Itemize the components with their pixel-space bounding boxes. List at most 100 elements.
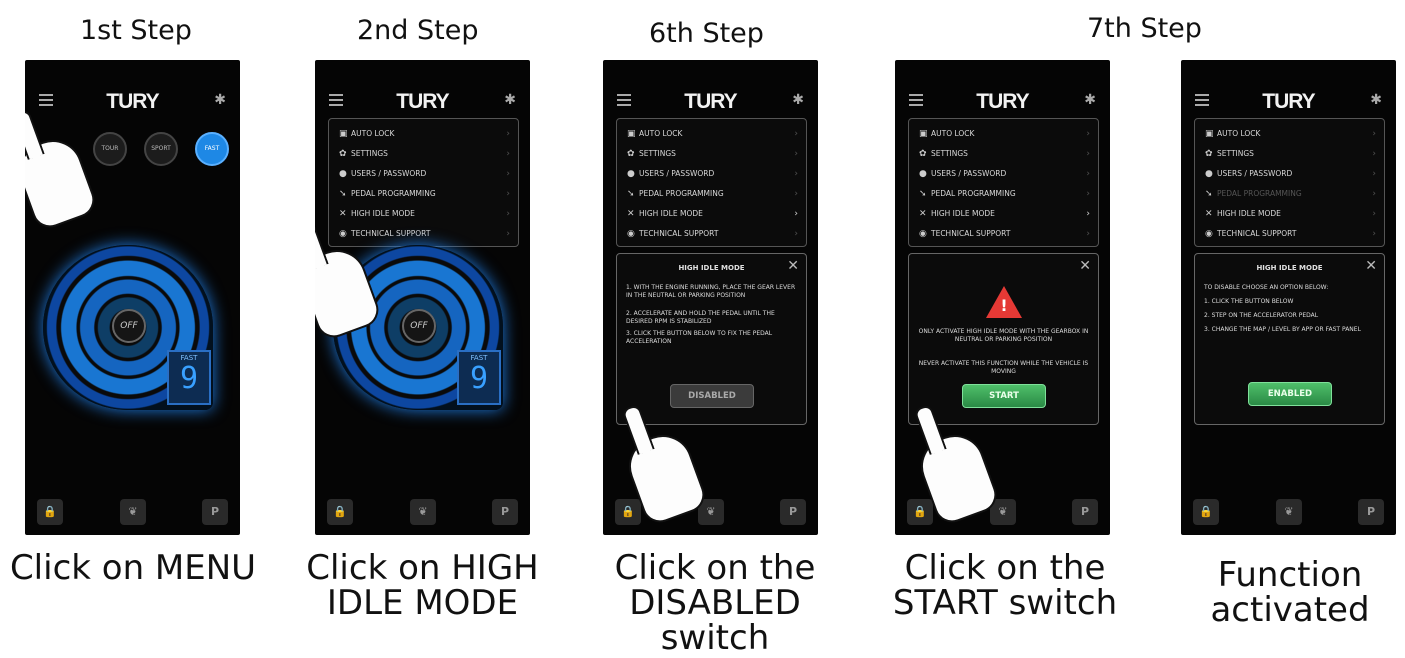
chevron-right-icon: ›	[1372, 149, 1376, 159]
menu-item-auto-lock[interactable]: ▣ AUTO LOCK ›	[627, 125, 798, 143]
enabled-switch-button[interactable]: ENABLED	[1248, 382, 1332, 406]
caption-step-2: Click on HIGH IDLE MODE	[306, 548, 539, 623]
mode-button-sport[interactable]: SPORT	[144, 132, 178, 166]
bluetooth-icon: ✱	[214, 92, 226, 108]
parking-icon[interactable]: P	[1358, 499, 1384, 525]
bluetooth-icon: ✱	[1370, 92, 1382, 108]
warning-text-1: ONLY ACTIVATE HIGH IDLE MODE WITH THE GE…	[918, 328, 1089, 343]
menu-item-label: USERS / PASSWORD	[931, 169, 1007, 178]
instruction-step-3: 3. CLICK THE BUTTON BELOW TO FIX THE PED…	[626, 330, 773, 345]
lock-icon[interactable]: 🔒	[615, 499, 641, 525]
menu-item-high-idle-mode[interactable]: ✕ HIGH IDLE MODE ›	[919, 205, 1090, 223]
menu-item-label: HIGH IDLE MODE	[639, 209, 703, 218]
dial-off-button[interactable]: OFF	[402, 309, 436, 343]
menu-item-settings[interactable]: ✿ SETTINGS ›	[919, 145, 1090, 163]
menu-item-users-password[interactable]: ● USERS / PASSWORD ›	[627, 165, 798, 183]
parking-icon[interactable]: P	[780, 499, 806, 525]
menu-item-label: SETTINGS	[1217, 149, 1254, 158]
chevron-right-icon: ›	[506, 169, 510, 179]
menu-item-technical-support[interactable]: ◉ TECHNICAL SUPPORT ›	[627, 225, 798, 243]
menu-item-technical-support[interactable]: ◉ TECHNICAL SUPPORT ›	[1205, 225, 1376, 243]
caption-step-6: Click on the DISABLED switch	[614, 548, 816, 658]
disable-option-1: 1. CLICK THE BUTTON BELOW	[1204, 298, 1294, 305]
close-icon[interactable]: ✕	[1079, 258, 1091, 274]
menu-item-auto-lock[interactable]: ▣ AUTO LOCK ›	[339, 125, 510, 143]
gear-icon: ✿	[339, 149, 347, 159]
menu-item-users-password[interactable]: ● USERS / PASSWORD ›	[1205, 165, 1376, 183]
menu-item-pedal-programming[interactable]: ➘ PEDAL PROGRAMMING ›	[1205, 185, 1376, 203]
lock-icon[interactable]: 🔒	[1193, 499, 1219, 525]
menu-item-label: PEDAL PROGRAMMING	[931, 189, 1016, 198]
level-value: 9	[179, 361, 199, 396]
parking-icon[interactable]: P	[1072, 499, 1098, 525]
chevron-right-icon: ›	[794, 129, 798, 139]
app-header: TURY ✱	[1181, 90, 1396, 114]
support-icon: ◉	[919, 229, 927, 239]
menu-item-auto-lock[interactable]: ▣ AUTO LOCK ›	[1205, 125, 1376, 143]
disabled-switch-button[interactable]: DISABLED	[670, 384, 754, 408]
lock-icon[interactable]: 🔒	[907, 499, 933, 525]
menu-item-settings[interactable]: ✿ SETTINGS ›	[339, 145, 510, 163]
menu-item-high-idle-mode[interactable]: ✕ HIGH IDLE MODE ›	[1205, 205, 1376, 223]
bottom-toolbar: 🔒 ❦ P	[25, 499, 240, 527]
eco-leaf-icon[interactable]: ❦	[1276, 499, 1302, 525]
bottom-toolbar: 🔒 ❦ P	[603, 499, 818, 527]
chevron-right-icon: ›	[1086, 209, 1090, 219]
app-header: TURY ✱	[895, 90, 1110, 114]
chevron-right-icon: ›	[1086, 229, 1090, 239]
menu-item-auto-lock[interactable]: ▣ AUTO LOCK ›	[919, 125, 1090, 143]
menu-item-label: TECHNICAL SUPPORT	[351, 229, 431, 238]
menu-item-pedal-programming[interactable]: ➘ PEDAL PROGRAMMING ›	[919, 185, 1090, 203]
dial-off-button[interactable]: OFF	[112, 309, 146, 343]
bottom-toolbar: 🔒 ❦ P	[315, 499, 530, 527]
menu-item-label: USERS / PASSWORD	[1217, 169, 1293, 178]
menu-item-settings[interactable]: ✿ SETTINGS ›	[1205, 145, 1376, 163]
step-title-6: 6th Step	[649, 18, 764, 49]
bottom-toolbar: 🔒 ❦ P	[895, 499, 1110, 527]
close-icon[interactable]: ✕	[1365, 258, 1377, 274]
chevron-right-icon: ›	[794, 169, 798, 179]
menu-item-label: AUTO LOCK	[931, 129, 975, 138]
instruction-step-1: 1. WITH THE ENGINE RUNNING, PLACE THE GE…	[626, 284, 796, 299]
menu-item-label: PEDAL PROGRAMMING	[351, 189, 436, 198]
eco-leaf-icon[interactable]: ❦	[120, 499, 146, 525]
chevron-right-icon: ›	[506, 129, 510, 139]
menu-item-users-password[interactable]: ● USERS / PASSWORD ›	[919, 165, 1090, 183]
gear-icon: ✿	[1205, 149, 1213, 159]
menu-item-settings[interactable]: ✿ SETTINGS ›	[627, 145, 798, 163]
menu-item-technical-support[interactable]: ◉ TECHNICAL SUPPORT ›	[339, 225, 510, 243]
mode-button-fast[interactable]: FAST	[195, 132, 229, 166]
bottom-toolbar: 🔒 ❦ P	[1181, 499, 1396, 527]
chevron-right-icon: ›	[794, 209, 798, 219]
chevron-right-icon: ›	[506, 209, 510, 219]
chevron-right-icon: ›	[506, 229, 510, 239]
menu-item-label: SETTINGS	[931, 149, 968, 158]
menu-item-users-password[interactable]: ● USERS / PASSWORD ›	[339, 165, 510, 183]
close-icon[interactable]: ✕	[787, 258, 799, 274]
mode-button-tour[interactable]: TOUR	[93, 132, 127, 166]
brand-logo: TURY	[396, 90, 449, 113]
bluetooth-icon: ✱	[792, 92, 804, 108]
menu-item-technical-support[interactable]: ◉ TECHNICAL SUPPORT ›	[919, 225, 1090, 243]
lock-icon[interactable]: 🔒	[37, 499, 63, 525]
menu-item-pedal-programming[interactable]: ➘ PEDAL PROGRAMMING ›	[627, 185, 798, 203]
eco-leaf-icon[interactable]: ❦	[410, 499, 436, 525]
brand-logo: TURY	[684, 90, 737, 113]
chevron-right-icon: ›	[1086, 129, 1090, 139]
support-icon: ◉	[339, 229, 347, 239]
side-menu: ▣ AUTO LOCK › ✿ SETTINGS › ● USERS / PASSWORD…	[1194, 118, 1385, 247]
menu-item-label: PEDAL PROGRAMMING	[639, 189, 724, 198]
step-title-2: 2nd Step	[357, 15, 479, 46]
tools-icon: ✕	[1205, 209, 1213, 219]
brand-logo: TURY	[1262, 90, 1315, 113]
menu-item-high-idle-mode[interactable]: ✕ HIGH IDLE MODE ›	[627, 205, 798, 223]
start-switch-button[interactable]: START	[962, 384, 1046, 408]
parking-icon[interactable]: P	[202, 499, 228, 525]
parking-icon[interactable]: P	[492, 499, 518, 525]
lock-icon[interactable]: 🔒	[327, 499, 353, 525]
menu-item-label: TECHNICAL SUPPORT	[639, 229, 719, 238]
menu-item-high-idle-mode[interactable]: ✕ HIGH IDLE MODE ›	[339, 205, 510, 223]
chevron-right-icon: ›	[1372, 169, 1376, 179]
menu-item-label: PEDAL PROGRAMMING	[1217, 189, 1302, 198]
menu-item-pedal-programming[interactable]: ➘ PEDAL PROGRAMMING ›	[339, 185, 510, 203]
